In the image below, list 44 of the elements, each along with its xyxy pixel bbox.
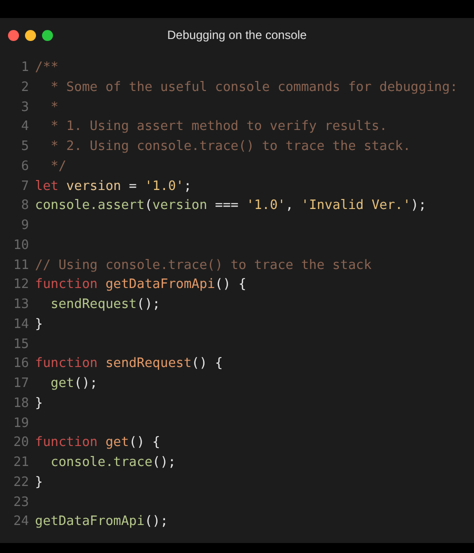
code-line: get(); [50, 375, 98, 393]
line-number: 2 [21, 78, 29, 97]
code-line: } [35, 316, 43, 334]
code-line: console.trace(); [50, 454, 176, 472]
code-line: // Using console.trace() to trace the stack [35, 256, 372, 274]
line-number: 5 [21, 138, 29, 156]
line-number: 23 [13, 494, 29, 512]
line-number: 6 [21, 158, 29, 176]
line-number: 24 [13, 513, 29, 532]
code-line: function get() { [35, 434, 160, 452]
line-number: 13 [13, 296, 29, 314]
line-number: 9 [21, 217, 29, 235]
line-number: 3 [21, 98, 29, 116]
line-number: 17 [13, 375, 29, 393]
code-line: * 1. Using assert method to verify results. [50, 118, 388, 136]
line-number: 7 [21, 178, 29, 196]
line-number: 22 [13, 474, 29, 492]
line-number: 18 [13, 394, 29, 413]
code-line: console.assert(version === '1.0', 'Invalid Ver.'); [35, 197, 426, 216]
line-number: 1 [21, 59, 29, 77]
line-number: 20 [13, 434, 29, 452]
code-line: sendRequest(); [50, 296, 160, 314]
code-line: } [35, 474, 43, 492]
code-line: * 2. Using console.trace() to trace the stack. [50, 138, 411, 156]
code-line: * [50, 98, 58, 116]
line-number: 11 [13, 256, 29, 274]
code-line: function sendRequest() { [35, 355, 223, 374]
line-number: 19 [13, 414, 29, 432]
line-number: 16 [13, 355, 29, 374]
code-line: let version = '1.0'; [35, 178, 192, 196]
code-line: } [35, 394, 43, 413]
code-line: getDataFromApi(); [35, 513, 168, 532]
line-number: 10 [13, 236, 29, 255]
line-number: 15 [13, 336, 29, 354]
line-number: 12 [13, 276, 29, 294]
code-line: /** [35, 59, 58, 77]
line-number: 14 [13, 316, 29, 334]
line-number: 4 [21, 118, 29, 136]
line-number: 21 [13, 454, 29, 472]
line-number: 8 [21, 197, 29, 216]
window-title: Debugging on the console [167, 27, 307, 44]
code-line: * Some of the useful console commands for debugging: [50, 78, 458, 97]
code-line: */ [50, 158, 66, 176]
code-line: function getDataFromApi() { [35, 276, 246, 294]
